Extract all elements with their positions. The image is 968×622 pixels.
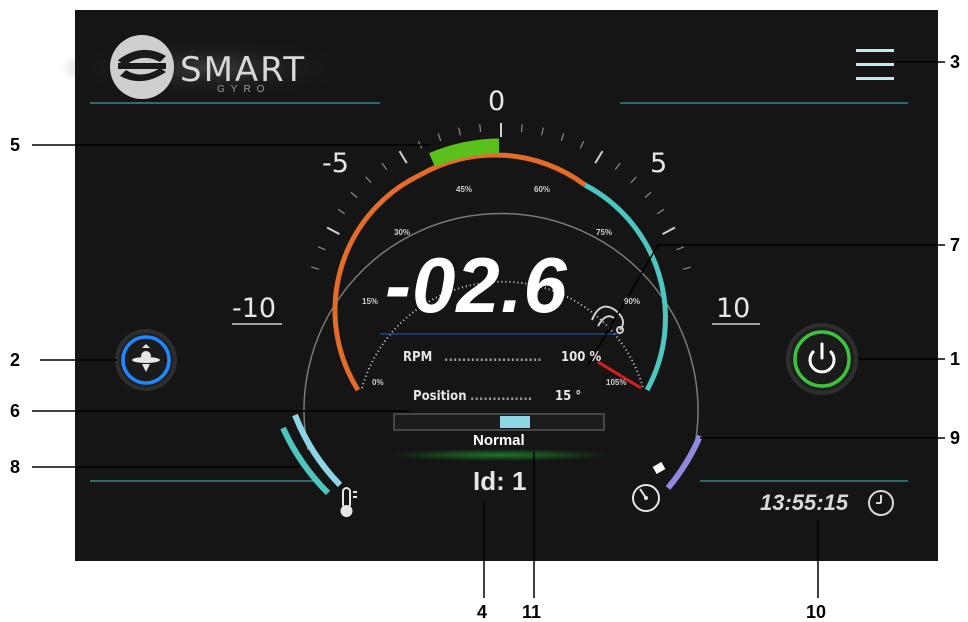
scale-tick bbox=[337, 208, 346, 215]
percent-label: 45% bbox=[456, 185, 473, 194]
scale-tick bbox=[311, 266, 320, 270]
power-button[interactable] bbox=[786, 323, 858, 395]
scale-label-zero: 0 bbox=[488, 86, 506, 117]
menu-icon[interactable] bbox=[856, 49, 894, 80]
scale-tick bbox=[326, 226, 340, 235]
position-bar bbox=[393, 413, 605, 431]
scale-tick bbox=[662, 226, 676, 235]
percent-label: 0% bbox=[372, 378, 384, 387]
gauge-value: -02.6 bbox=[385, 241, 568, 329]
scale-tick bbox=[540, 127, 544, 136]
scale-tick bbox=[579, 140, 585, 149]
scale-label-pos10: 10 bbox=[716, 293, 751, 324]
scale-tick bbox=[614, 162, 621, 170]
scale-tick bbox=[365, 176, 372, 184]
scale-label-neg5: -5 bbox=[322, 148, 349, 179]
scale-label-neg10: -10 bbox=[232, 293, 277, 324]
scale-tick bbox=[458, 127, 462, 136]
position-bar-fill bbox=[500, 416, 530, 428]
scale-tick bbox=[682, 266, 691, 270]
rpm-icon bbox=[591, 305, 625, 334]
speed-icon bbox=[632, 484, 660, 512]
percent-label: 105% bbox=[606, 378, 627, 387]
percent-label: 60% bbox=[534, 185, 551, 194]
percent-label: 15% bbox=[362, 297, 379, 306]
scale-tick bbox=[630, 176, 637, 184]
scale-tick bbox=[656, 208, 665, 215]
callout-11: 11 bbox=[522, 602, 542, 622]
percent-label: 90% bbox=[624, 297, 641, 306]
scale-tick bbox=[560, 133, 565, 142]
scale-tick bbox=[676, 246, 685, 251]
scale-tick bbox=[381, 162, 388, 170]
speed-bar bbox=[665, 434, 703, 490]
thermometer-icon bbox=[340, 487, 357, 517]
callout-9: 9 bbox=[950, 428, 961, 448]
callout-5: 5 bbox=[10, 135, 21, 155]
mode-status: Normal bbox=[473, 432, 525, 449]
rpm-label: RPM bbox=[403, 350, 433, 365]
callout-6: 6 bbox=[10, 401, 21, 421]
callout-4: 4 bbox=[477, 602, 488, 622]
scale-tick bbox=[317, 246, 326, 251]
logo-subtitle: GYRO bbox=[217, 84, 271, 95]
callout-8: 8 bbox=[10, 457, 21, 477]
scale-label-pos5: 5 bbox=[650, 148, 668, 179]
callout-7: 7 bbox=[950, 235, 961, 255]
callout-10: 10 bbox=[806, 602, 827, 622]
scale-tick bbox=[398, 150, 408, 164]
rpm-dots: ...................... bbox=[444, 350, 542, 365]
scale-tick bbox=[350, 191, 358, 198]
callout-3: 3 bbox=[950, 52, 961, 72]
device-id: Id: 1 bbox=[473, 466, 527, 496]
percent-label: 30% bbox=[394, 228, 411, 237]
rpm-value: 100 % bbox=[561, 350, 602, 365]
position-label: Position bbox=[413, 389, 467, 404]
scale-tick bbox=[520, 124, 523, 133]
gyro-button[interactable] bbox=[115, 329, 177, 391]
scale-tick bbox=[594, 150, 604, 164]
position-value: 15 ° bbox=[555, 389, 582, 404]
mode-glow bbox=[390, 449, 610, 461]
clock-time: 13:55:15 bbox=[760, 490, 849, 515]
temperature-bar bbox=[292, 413, 343, 488]
callout-2: 2 bbox=[10, 350, 21, 370]
clock-icon bbox=[868, 490, 894, 516]
position-dots: .............. bbox=[470, 389, 533, 404]
logo-icon bbox=[110, 35, 174, 99]
speed-marker bbox=[652, 462, 666, 474]
scale-tick bbox=[479, 124, 482, 133]
scale-tick bbox=[437, 133, 442, 142]
scale-tick bbox=[644, 191, 652, 198]
percent-label: 75% bbox=[596, 228, 613, 237]
callout-1: 1 bbox=[950, 349, 961, 369]
